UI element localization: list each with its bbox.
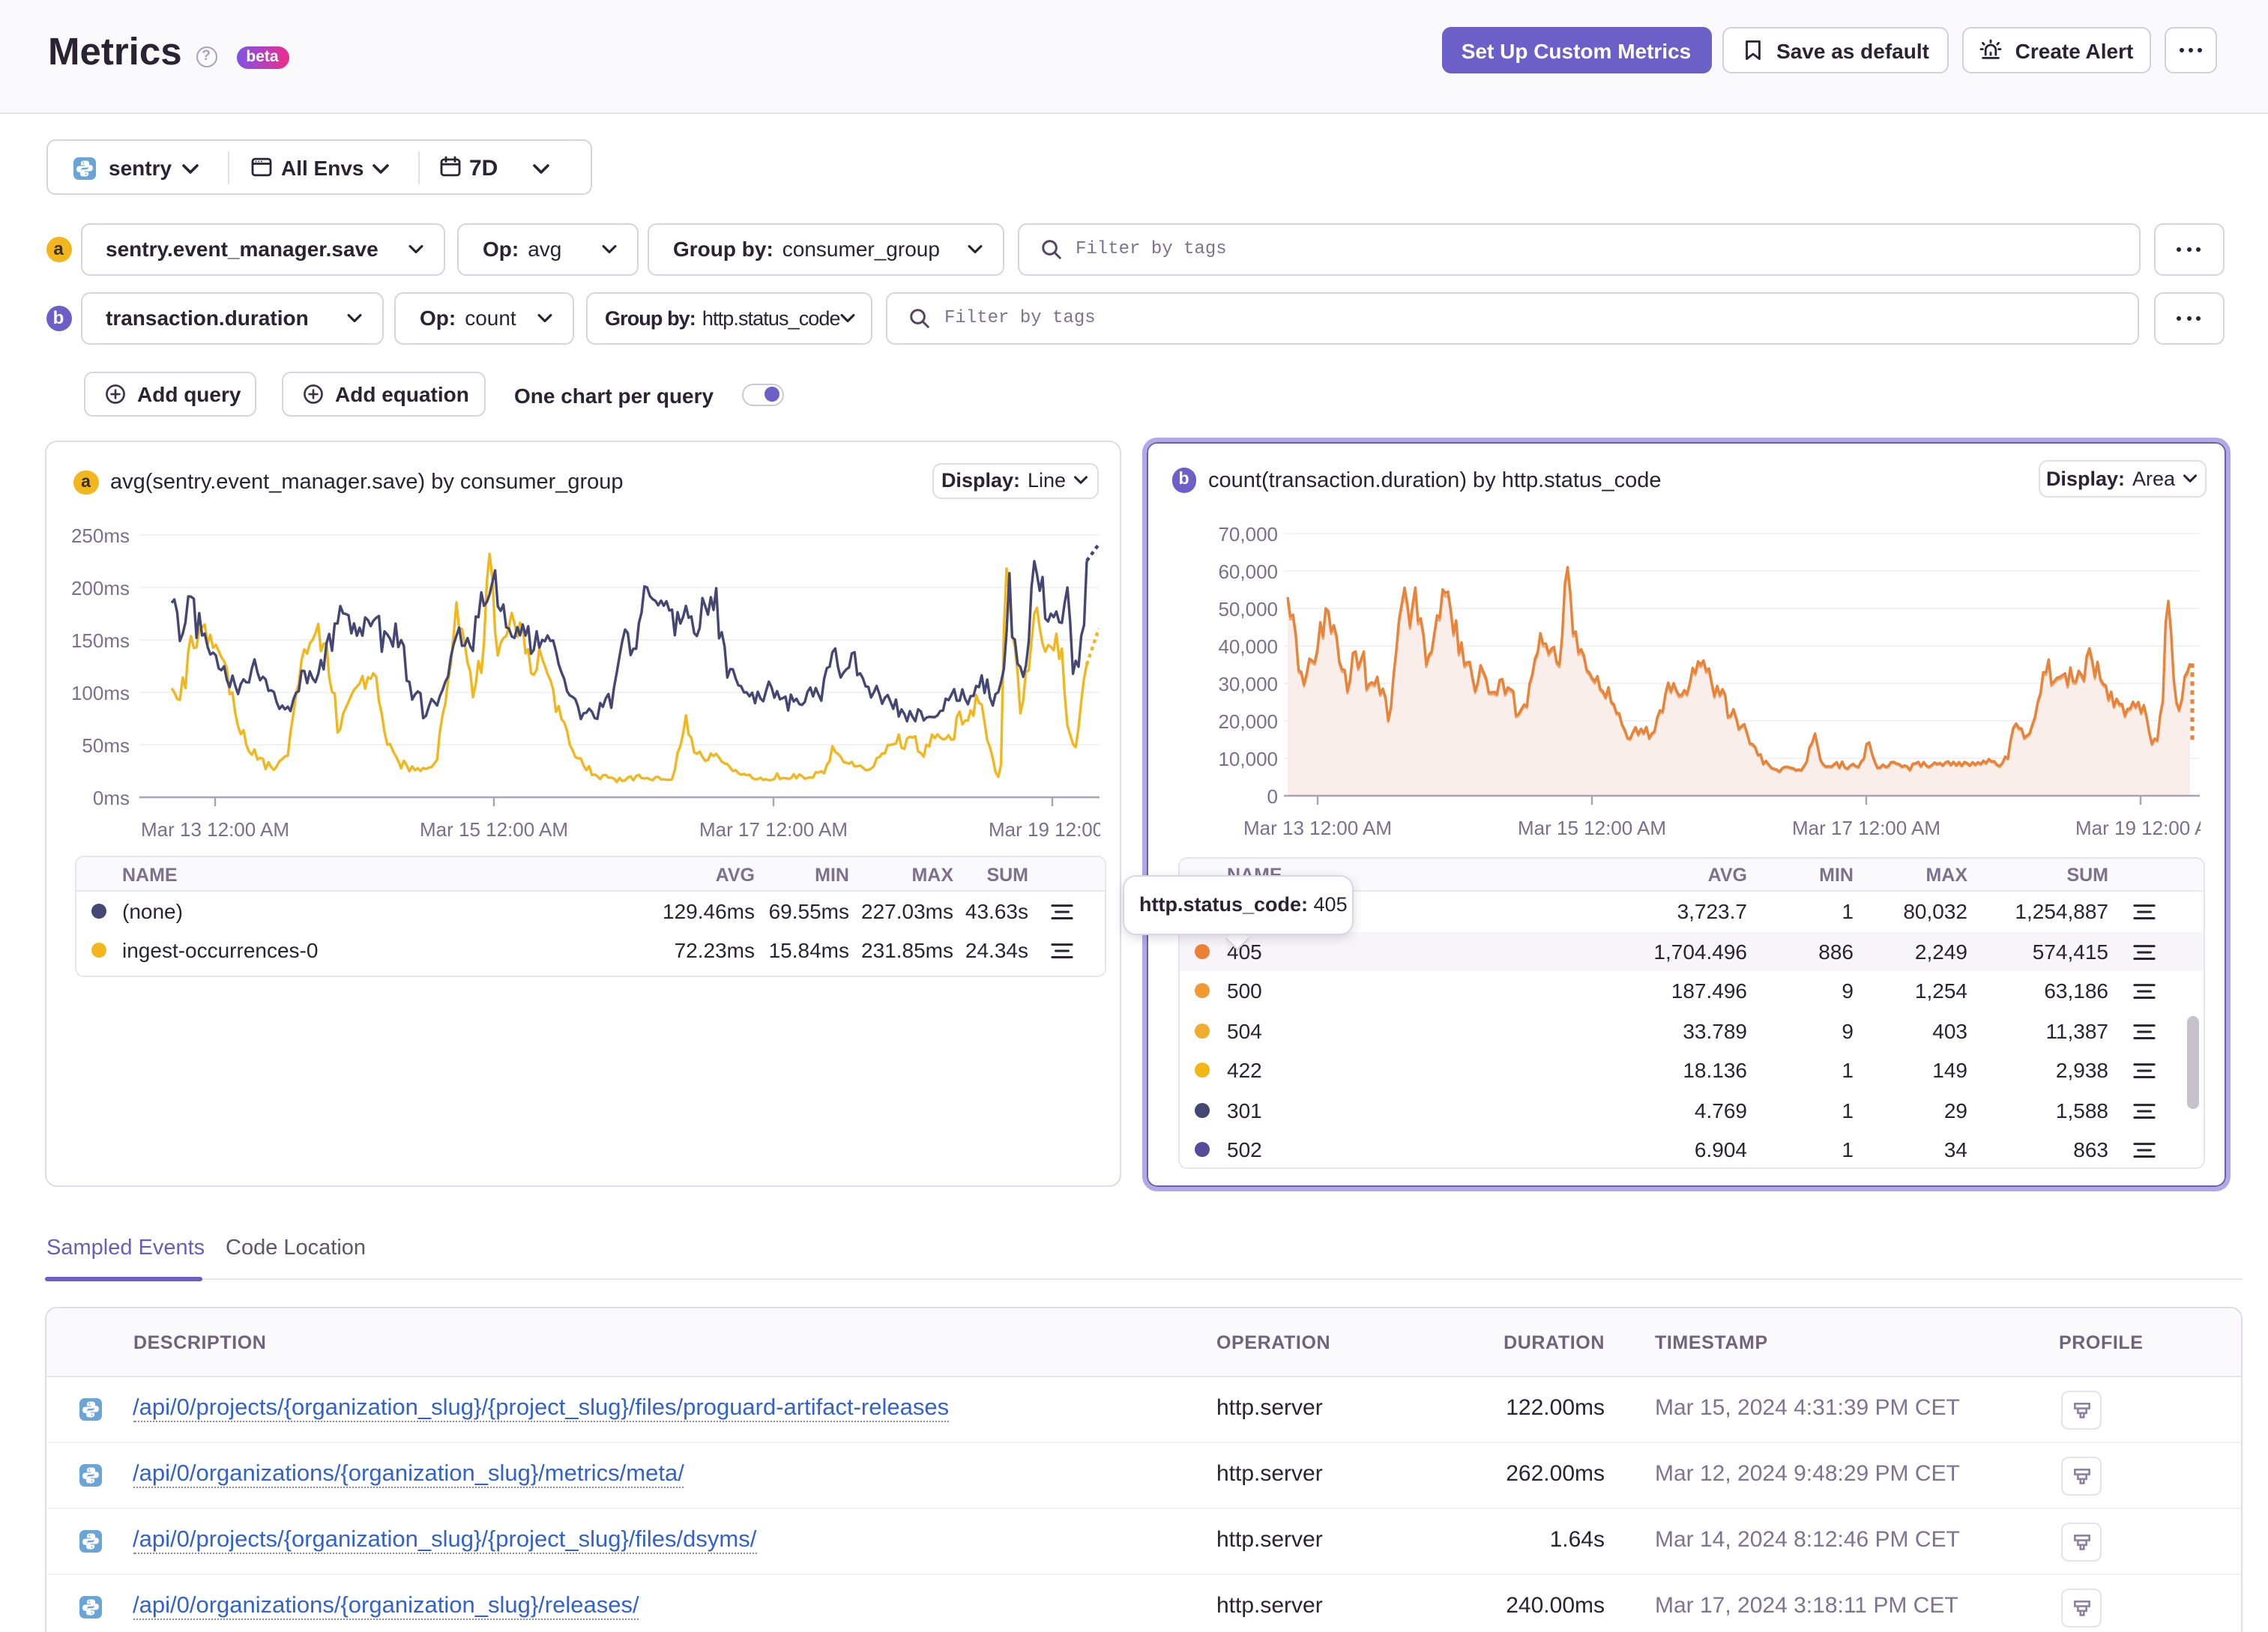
svg-text:Mar 17 12:00 AM: Mar 17 12:00 AM	[1792, 817, 1940, 839]
svg-text:Mar 15 12:00 AM: Mar 15 12:00 AM	[420, 818, 568, 841]
svg-text:30,000: 30,000	[1218, 673, 1278, 695]
svg-text:Mar 19 12:00 AM: Mar 19 12:00 AM	[2075, 817, 2200, 839]
svg-text:20,000: 20,000	[1218, 710, 1278, 733]
svg-text:0ms: 0ms	[93, 787, 130, 809]
svg-text:0: 0	[1267, 785, 1278, 808]
svg-text:200ms: 200ms	[71, 577, 130, 599]
svg-text:250ms: 250ms	[71, 525, 130, 547]
svg-text:70,000: 70,000	[1218, 523, 1278, 545]
svg-text:100ms: 100ms	[71, 682, 130, 704]
svg-text:Mar 15 12:00 AM: Mar 15 12:00 AM	[1518, 817, 1666, 839]
svg-text:50ms: 50ms	[82, 734, 130, 757]
svg-text:Mar 19 12:00 AM: Mar 19 12:00 AM	[989, 818, 1100, 841]
svg-text:40,000: 40,000	[1218, 635, 1278, 658]
svg-text:Mar 13 12:00 AM: Mar 13 12:00 AM	[141, 818, 289, 841]
svg-text:Mar 13 12:00 AM: Mar 13 12:00 AM	[1243, 817, 1392, 839]
svg-text:Mar 17 12:00 AM: Mar 17 12:00 AM	[699, 818, 848, 841]
svg-text:10,000: 10,000	[1218, 748, 1278, 770]
svg-text:50,000: 50,000	[1218, 598, 1278, 620]
svg-text:60,000: 60,000	[1218, 560, 1278, 583]
svg-text:150ms: 150ms	[71, 629, 130, 652]
